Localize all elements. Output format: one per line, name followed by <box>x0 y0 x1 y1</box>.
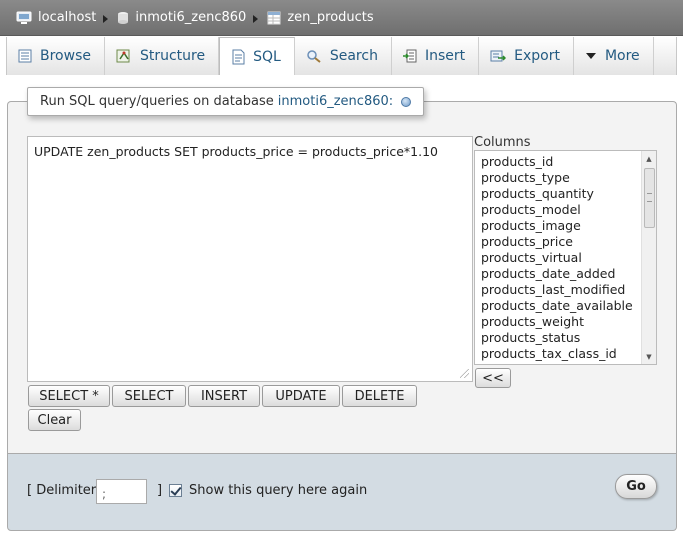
tab-export[interactable]: Export <box>479 37 574 75</box>
legend-database-link[interactable]: inmoti6_zenc860: <box>278 94 393 109</box>
sql-query-textarea[interactable]: UPDATE zen_products SET products_price =… <box>27 136 473 382</box>
breadcrumb-separator <box>253 14 259 23</box>
tab-structure-label: Structure <box>139 48 206 64</box>
tab-insert[interactable]: Insert <box>392 37 480 75</box>
tab-export-label: Export <box>514 48 560 64</box>
breadcrumb-database[interactable]: inmoti6_zenc860 <box>117 10 246 25</box>
column-option[interactable]: products_image <box>475 218 656 234</box>
structure-icon <box>116 49 132 63</box>
chevron-down-icon <box>585 51 597 61</box>
delete-button[interactable]: DELETE <box>342 385 417 407</box>
column-option[interactable]: products_model <box>475 202 656 218</box>
update-button[interactable]: UPDATE <box>262 385 340 407</box>
scroll-thumb[interactable] <box>644 168 655 228</box>
delimiter-close-bracket: ] <box>157 483 163 498</box>
breadcrumb-table[interactable]: zen_products <box>267 10 374 25</box>
server-icon <box>16 11 32 25</box>
breadcrumb-table-label: zen_products <box>287 10 374 25</box>
tab-browse[interactable]: Browse <box>7 37 105 75</box>
column-option[interactable]: products_date_added <box>475 266 656 282</box>
column-option[interactable]: products_price <box>475 234 656 250</box>
tab-sql-label: SQL <box>253 48 281 65</box>
insert-icon <box>402 49 417 63</box>
column-option[interactable]: products_last_modified <box>475 282 656 298</box>
database-icon <box>117 11 129 25</box>
breadcrumb: localhost inmoti6_zenc860 zen_products <box>0 0 683 36</box>
breadcrumb-server[interactable]: localhost <box>16 10 96 25</box>
resize-grip-icon[interactable] <box>460 369 469 378</box>
columns-select[interactable]: products_id products_type products_quant… <box>474 150 657 365</box>
column-option[interactable]: products_status <box>475 330 656 346</box>
insert-button[interactable]: INSERT <box>188 385 260 407</box>
columns-items: products_id products_type products_quant… <box>475 151 656 362</box>
scroll-up-icon[interactable]: ▲ <box>642 151 656 166</box>
column-option[interactable]: products_date_available <box>475 298 656 314</box>
select-button[interactable]: SELECT <box>112 385 186 407</box>
tab-more[interactable]: More <box>574 37 654 75</box>
export-icon <box>490 49 507 63</box>
tab-bar: Browse Structure SQL Search Insert Expor… <box>6 37 677 75</box>
show-query-checkbox[interactable] <box>169 484 182 497</box>
insert-column-button[interactable]: << <box>475 368 511 388</box>
delimiter-label: [ Delimiter <box>27 483 97 498</box>
column-option[interactable]: products_tax_class_id <box>475 346 656 362</box>
tab-structure[interactable]: Structure <box>105 37 220 75</box>
column-option[interactable]: products_quantity <box>475 186 656 202</box>
select-star-button[interactable]: SELECT * <box>28 385 110 407</box>
clear-button[interactable]: Clear <box>28 409 81 431</box>
table-icon <box>267 11 281 25</box>
delimiter-input[interactable]: ; <box>96 479 147 504</box>
tab-search-label: Search <box>329 48 378 64</box>
sql-query-legend: Run SQL query/queries on database inmoti… <box>27 87 425 116</box>
search-icon <box>306 49 322 63</box>
sql-query-text: UPDATE zen_products SET products_price =… <box>34 144 439 159</box>
help-icon[interactable] <box>401 96 412 107</box>
columns-scrollbar[interactable]: ▲ ▼ <box>641 151 656 364</box>
tab-sql[interactable]: SQL <box>219 37 295 75</box>
scroll-down-icon[interactable]: ▼ <box>642 349 656 364</box>
show-query-label[interactable]: Show this query here again <box>189 483 367 498</box>
tab-more-label: More <box>604 48 640 64</box>
tab-search[interactable]: Search <box>295 37 392 75</box>
column-option[interactable]: products_virtual <box>475 250 656 266</box>
go-button[interactable]: Go <box>615 474 657 499</box>
sql-icon <box>231 49 245 65</box>
breadcrumb-separator <box>103 14 109 23</box>
breadcrumb-database-label: inmoti6_zenc860 <box>135 10 247 25</box>
tab-insert-label: Insert <box>424 48 466 64</box>
column-option[interactable]: products_weight <box>475 314 656 330</box>
browse-icon <box>18 49 32 63</box>
column-option[interactable]: products_type <box>475 170 656 186</box>
tab-browse-label: Browse <box>40 48 91 64</box>
breadcrumb-server-label: localhost <box>38 10 97 25</box>
columns-label: Columns <box>474 135 531 150</box>
legend-text: Run SQL query/queries on database <box>40 94 274 109</box>
column-option[interactable]: products_id <box>475 154 656 170</box>
